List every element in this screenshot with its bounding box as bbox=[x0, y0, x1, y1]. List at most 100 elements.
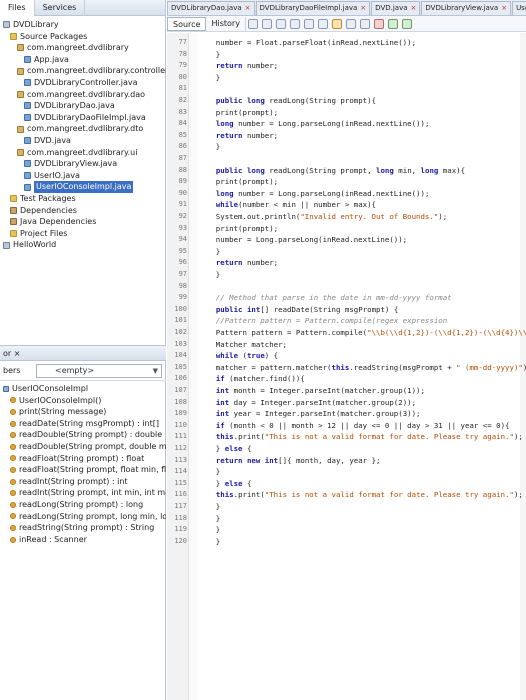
project-tree-item[interactable]: App.java bbox=[0, 54, 166, 66]
navigator-item[interactable]: UserIOConsoleImpl() bbox=[0, 395, 166, 407]
code-line: 91 while(number < min || number > max){ bbox=[167, 199, 520, 211]
close-icon[interactable]: × bbox=[411, 2, 417, 15]
project-tree-item[interactable]: DVD.java bbox=[0, 135, 166, 147]
tab-files[interactable]: Files bbox=[0, 0, 35, 16]
project-icon bbox=[3, 241, 10, 249]
uncomment-icon[interactable] bbox=[401, 18, 412, 29]
navigator-item[interactable]: readDouble(String prompt) : double bbox=[0, 429, 166, 441]
history-button[interactable]: History bbox=[206, 16, 246, 31]
line-number: 109 bbox=[174, 409, 187, 418]
project-tree-item[interactable]: Dependencies bbox=[0, 205, 166, 217]
line-number: 103 bbox=[174, 339, 187, 348]
method-icon bbox=[10, 432, 16, 439]
project-tree-item[interactable]: Test Packages bbox=[0, 193, 166, 205]
java-file-icon bbox=[24, 160, 31, 168]
editor-tab-label: DVDLibraryDao.java bbox=[171, 4, 242, 12]
project-tree-item[interactable]: com.mangreet.dvdlibrary.dto bbox=[0, 123, 166, 135]
line-number: 114 bbox=[174, 467, 187, 476]
shift-right-icon[interactable] bbox=[359, 18, 370, 29]
navigator-item-label: UserIOConsoleImpl bbox=[12, 384, 89, 393]
code-line: 115 } else { bbox=[167, 478, 520, 490]
editor-tab[interactable]: DVDLibraryView.java × bbox=[421, 1, 512, 15]
code-line: 83 print(prompt); bbox=[167, 107, 520, 119]
line-number: 101 bbox=[174, 316, 187, 325]
project-tree-item[interactable]: DVDLibrary bbox=[0, 19, 166, 31]
editor-tab[interactable]: DVDLibraryDao.java × bbox=[167, 1, 255, 15]
navigator-item[interactable]: readFloat(String prompt) : float bbox=[0, 453, 166, 465]
back-icon[interactable] bbox=[247, 18, 258, 29]
chevron-down-icon: ▼ bbox=[152, 366, 158, 375]
project-tree-item[interactable]: DVDLibraryController.java bbox=[0, 77, 166, 89]
project-tree-item[interactable]: Source Packages bbox=[0, 31, 166, 43]
close-icon[interactable]: × bbox=[360, 2, 366, 15]
class-icon bbox=[3, 385, 9, 392]
navigator-item[interactable]: inRead : Scanner bbox=[0, 534, 166, 546]
project-tree-item[interactable]: Project Files bbox=[0, 228, 166, 240]
bookmark-icon[interactable] bbox=[331, 18, 342, 29]
navigator-item-label: readLong(String prompt, long min, long m… bbox=[19, 511, 166, 521]
navigator-item[interactable]: readInt(String prompt, int min, int max)… bbox=[0, 487, 166, 499]
code-line: 94 number = Long.parseLong(inRead.nextLi… bbox=[167, 234, 520, 246]
project-tree-item[interactable]: HelloWorld bbox=[0, 239, 166, 251]
project-tree-item[interactable]: com.mangreet.dvdlibrary.controller bbox=[0, 65, 166, 77]
project-tree-item[interactable]: Java Dependencies bbox=[0, 216, 166, 228]
close-icon[interactable]: × bbox=[501, 2, 507, 15]
line-number: 77 bbox=[178, 38, 187, 46]
navigator-item[interactable]: readDate(String msgPrompt) : int[] bbox=[0, 418, 166, 430]
navigator-item[interactable]: readInt(String prompt) : int bbox=[0, 476, 166, 488]
project-tree-label: DVDLibraryDaoFileImpl.java bbox=[34, 112, 146, 122]
line-number: 87 bbox=[178, 154, 187, 162]
line-number: 84 bbox=[178, 119, 187, 128]
project-tree-item[interactable]: DVDLibraryView.java bbox=[0, 158, 166, 170]
line-number: 105 bbox=[174, 362, 187, 371]
project-tree: DVDLibrary Source Packages com.mangreet.dv… bbox=[0, 17, 166, 345]
record-macro-icon[interactable] bbox=[373, 18, 384, 29]
java-file-icon bbox=[24, 183, 31, 191]
project-tree-item[interactable]: UserIOConsoleImpl.java bbox=[0, 181, 166, 193]
package-icon bbox=[17, 148, 24, 156]
project-tree-item[interactable]: com.mangreet.dvdlibrary.ui bbox=[0, 147, 166, 159]
navigator-item[interactable]: readLong(String prompt) : long bbox=[0, 499, 166, 511]
code-line: 109 int year = Integer.parseInt(matcher.… bbox=[167, 408, 520, 420]
navigator-item[interactable]: UserIOConsoleImpl bbox=[0, 383, 166, 395]
editor-tab[interactable]: UserIO.java× bbox=[512, 1, 526, 15]
navigator-item-label: readFloat(String prompt) : float bbox=[19, 453, 145, 463]
navigator-item[interactable]: readDouble(String prompt, double min, do… bbox=[0, 441, 166, 453]
source-button[interactable]: Source bbox=[167, 16, 207, 31]
java-file-icon bbox=[24, 114, 31, 122]
project-tree-label: com.mangreet.dvdlibrary.dto bbox=[27, 124, 144, 134]
code-line: 108 int day = Integer.parseInt(matcher.g… bbox=[167, 397, 520, 409]
project-tree-item[interactable]: DVDLibraryDaoFileImpl.java bbox=[0, 112, 166, 124]
comment-icon[interactable] bbox=[387, 18, 398, 29]
navigator-item[interactable]: readString(String prompt) : String bbox=[0, 522, 166, 534]
navigator-item[interactable]: print(String message) bbox=[0, 406, 166, 418]
find-next-icon[interactable] bbox=[303, 18, 314, 29]
code-line: 105 matcher = pattern.matcher(this.readS… bbox=[167, 362, 526, 374]
project-tree-label: UserIOConsoleImpl.java bbox=[34, 181, 134, 193]
code-editor[interactable]: 77 number = Float.parseFloat(inRead.next… bbox=[167, 33, 526, 700]
line-number: 82 bbox=[178, 96, 187, 104]
project-tree-item[interactable]: DVDLibraryDao.java bbox=[0, 100, 166, 112]
project-tree-item[interactable]: com.mangreet.dvdlibrary bbox=[0, 42, 166, 54]
code-line: 111 this.print("This is not a valid form… bbox=[167, 431, 523, 443]
code-line: 103 Matcher matcher; bbox=[167, 339, 520, 351]
editor-tab[interactable]: DVDLibraryDaoFileImpl.java × bbox=[255, 1, 371, 15]
shift-left-icon[interactable] bbox=[345, 18, 356, 29]
navigator-item[interactable]: readFloat(String prompt, float min, floa… bbox=[0, 464, 166, 476]
code-line: 80 } bbox=[167, 72, 520, 84]
search-icon[interactable] bbox=[275, 18, 286, 29]
toggle-highlight-icon[interactable] bbox=[317, 18, 328, 29]
project-tree-label: DVD.java bbox=[34, 135, 71, 145]
project-tree-item[interactable]: com.mangreet.dvdlibrary.dao bbox=[0, 89, 166, 101]
forward-icon[interactable] bbox=[261, 18, 272, 29]
editor-tab-label: DVD.java bbox=[375, 4, 408, 12]
tab-services[interactable]: Services bbox=[35, 0, 86, 16]
navigator-filter-select[interactable]: <empty> ▼ bbox=[36, 363, 162, 378]
line-number: 119 bbox=[174, 525, 187, 534]
close-icon[interactable]: × bbox=[245, 2, 251, 15]
navigator-item[interactable]: readLong(String prompt, long min, long m… bbox=[0, 511, 166, 523]
find-prev-icon[interactable] bbox=[289, 18, 300, 29]
code-line: 106 if (matcher.find()){ bbox=[167, 373, 520, 385]
editor-tab[interactable]: DVD.java × bbox=[371, 1, 421, 15]
project-tree-item[interactable]: UserIO.java bbox=[0, 170, 166, 182]
